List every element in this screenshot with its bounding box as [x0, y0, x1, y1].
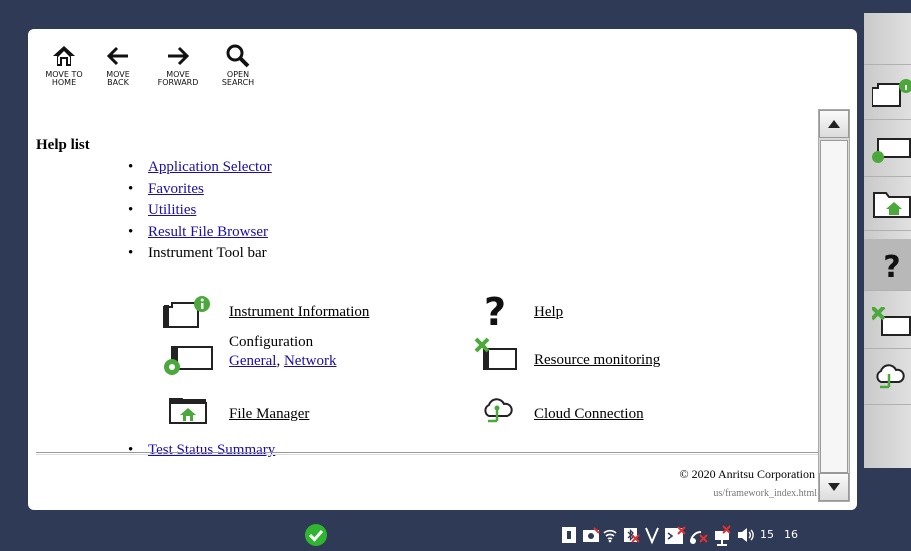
camera-icon[interactable] [582, 525, 600, 545]
check-circle-icon[interactable] [304, 523, 328, 547]
status-bar: 15 16 [0, 520, 911, 551]
configuration-label: Configuration [229, 334, 314, 350]
comma-separator: , [276, 353, 281, 369]
configuration-icon [872, 138, 911, 163]
list-item: Application Selector [128, 157, 272, 179]
side-help-button[interactable]: ? [864, 239, 911, 291]
link-favorites[interactable]: Favorites [148, 181, 204, 197]
file-path-text: us/framework_index.html [713, 488, 817, 499]
triangle-down-icon [828, 483, 840, 491]
list-item: Instrument Tool bar [128, 243, 272, 265]
satellite-icon[interactable] [688, 525, 710, 547]
link-test-status-summary[interactable]: Test Status Summary [148, 442, 275, 458]
search-icon [226, 44, 250, 68]
link-utilities[interactable]: Utilities [148, 202, 196, 218]
link-general[interactable]: General [229, 353, 276, 369]
bluetooth-icon[interactable] [622, 525, 640, 545]
link-help[interactable]: Help [534, 303, 563, 322]
help-content: Help list Application Selector Favorites… [28, 109, 818, 500]
move-forward-label: MOVE FORWARD [157, 70, 199, 87]
move-back-button[interactable]: MOVE BACK [92, 43, 144, 105]
volume-icon[interactable] [736, 525, 756, 545]
move-back-label: MOVE BACK [106, 70, 130, 87]
file-manager-icon [169, 398, 207, 424]
v-icon[interactable] [644, 525, 660, 545]
home-icon [53, 46, 75, 66]
help-dialog: MOVE TO HOME MOVE BACK MOVE FORWARD OPEN… [28, 29, 857, 510]
scroll-up-button[interactable] [819, 110, 849, 138]
move-forward-button[interactable]: MOVE FORWARD [152, 43, 204, 105]
link-application-selector[interactable]: Application Selector [148, 159, 272, 175]
svg-text:?: ? [883, 250, 900, 283]
instrument-information-icon [872, 79, 911, 107]
help-list-title: Help list [36, 137, 90, 153]
instrument-information-icon [163, 296, 210, 328]
divider [36, 454, 818, 455]
link-result-file-browser[interactable]: Result File Browser [148, 224, 268, 240]
arrow-left-icon [106, 46, 128, 66]
cloud-connection-icon [876, 364, 905, 389]
vertical-scrollbar[interactable] [818, 109, 850, 502]
question-mark-icon: ? [883, 250, 900, 283]
terminal-icon[interactable] [664, 525, 686, 547]
move-to-home-label: MOVE TO HOME [45, 70, 83, 87]
link-resource-monitoring[interactable]: Resource monitoring [534, 351, 660, 370]
cloud-connection-icon [484, 398, 513, 423]
side-file-manager-button[interactable] [864, 179, 911, 231]
side-instrument-information-button[interactable] [864, 68, 911, 120]
link-instrument-information[interactable]: Instrument Information [229, 303, 369, 322]
file-manager-icon [873, 192, 911, 218]
configuration-block: Configuration General, Network [229, 333, 336, 371]
help-toolbar: MOVE TO HOME MOVE BACK MOVE FORWARD OPEN… [28, 29, 857, 109]
move-to-home-button[interactable]: MOVE TO HOME [38, 43, 90, 105]
help-link-list: Application Selector Favorites Utilities… [128, 157, 272, 265]
link-file-manager[interactable]: File Manager [229, 405, 309, 424]
network-icon[interactable] [712, 525, 734, 547]
list-item: Result File Browser [128, 222, 272, 244]
scroll-thumb[interactable] [820, 140, 848, 473]
side-configuration-button[interactable] [864, 125, 911, 177]
clock-minute: 16 [784, 528, 798, 541]
list-item: Test Status Summary [128, 442, 275, 459]
list-item: Utilities [128, 200, 272, 222]
instrument-toolbar-panel: ? [864, 13, 911, 468]
power-plug-icon[interactable] [560, 525, 578, 545]
resource-monitoring-icon [872, 307, 911, 336]
divider [36, 452, 818, 453]
side-resource-monitoring-button[interactable] [864, 297, 911, 349]
question-mark-icon: ? [484, 291, 506, 329]
link-network[interactable]: Network [284, 353, 337, 369]
svg-text:?: ? [484, 291, 506, 329]
side-cloud-connection-button[interactable] [864, 353, 911, 405]
wifi-icon[interactable] [602, 525, 618, 545]
configuration-links: General, Network [229, 352, 336, 371]
configuration-icon [164, 346, 213, 375]
resource-monitoring-icon [474, 337, 517, 370]
clock-hour: 15 [760, 528, 774, 541]
open-search-button[interactable]: OPEN SEARCH [212, 43, 264, 105]
scroll-down-button[interactable] [819, 473, 849, 501]
link-cloud-connection[interactable]: Cloud Connection [534, 405, 644, 424]
arrow-right-icon [168, 46, 190, 66]
triangle-up-icon [828, 120, 840, 128]
instrument-toolbar-label: Instrument Tool bar [148, 245, 267, 261]
copyright-text: © 2020 Anritsu Corporation [679, 467, 815, 481]
open-search-label: OPEN SEARCH [221, 70, 255, 87]
side-blank-slot [864, 13, 911, 65]
list-item: Favorites [128, 179, 272, 201]
